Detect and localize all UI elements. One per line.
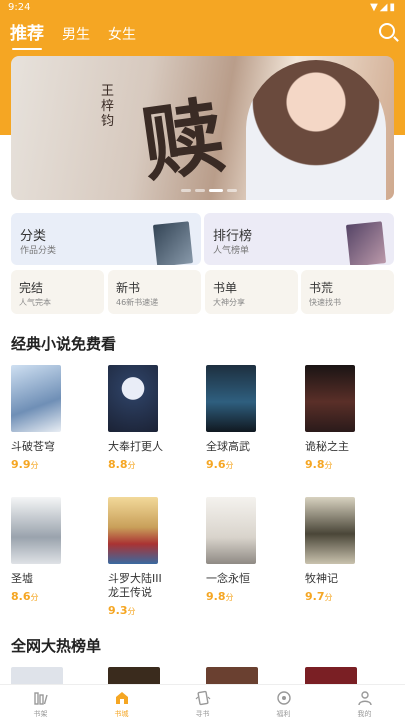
banner-pager [181,189,237,192]
book-item[interactable]: 圣墟 8.6分 [11,497,71,603]
nav-label: 寻书 [195,710,210,718]
shortcut-subtitle: 快速找书 [309,298,341,307]
shortcut-booklists[interactable]: 书单 大神分享 [205,270,298,314]
book-score: 9.6分 [206,458,234,471]
book-cover [108,497,158,564]
book-item[interactable]: 全球高武 9.6分 [206,365,266,471]
book-score: 8.6分 [11,590,39,603]
status-bar: 9:24 ▼◢▮ [0,0,405,16]
shortcut-subtitle: 46新书速递 [116,298,159,307]
bookshelf-icon [33,692,48,705]
pager-dot-active [209,189,223,192]
shortcut-book-finder[interactable]: 书荒 快速找书 [301,270,394,314]
find-book-icon [195,690,210,706]
nav-bookshelf[interactable]: 书架 [0,685,81,720]
hot-book-cover[interactable] [108,667,160,684]
shortcut-title: 完结 [19,281,44,295]
nav-store[interactable]: 书城 [81,685,162,720]
search-icon[interactable] [379,23,395,39]
category-books-image [152,221,194,265]
shortcut-title: 书荒 [309,281,334,295]
top-tabs: 推荐 男生 女生 [10,19,136,50]
book-title: 全球高武 [206,440,250,453]
book-score: 9.8分 [305,458,333,471]
section-title-hot: 全网大热榜单 [11,637,102,655]
tab-male[interactable]: 男生 [62,24,90,44]
pager-dot [195,189,205,192]
book-cover [305,497,355,564]
banner-calligraphy: 赎 [135,87,231,195]
book-cover [206,497,256,564]
book-title: 斗罗大陆III龙王传说 [108,572,162,599]
book-title: 一念永恒 [206,572,250,585]
ranking-books-image [345,221,387,265]
book-title: 斗破苍穹 [11,440,55,453]
shortcut-subtitle: 大神分享 [213,298,245,307]
book-score: 9.3分 [108,604,136,617]
shortcut-new-books[interactable]: 新书 46新书速递 [108,270,201,314]
category-subtitle: 作品分类 [20,246,57,256]
shortcut-title: 新书 [116,281,141,295]
welfare-icon [276,691,291,705]
book-title: 圣墟 [11,572,33,585]
book-score: 9.9分 [11,458,39,471]
hot-book-cover[interactable] [206,667,258,684]
ranking-card[interactable]: 排行榜 人气榜单 [204,213,394,265]
nav-label: 书城 [114,710,129,718]
hot-book-cover[interactable] [305,667,357,684]
bottom-nav: 书架 书城 寻书 福利 我的 [0,684,405,720]
book-score: 9.7分 [305,590,333,603]
book-cover [11,365,61,432]
book-score: 8.8分 [108,458,136,471]
tab-recommend[interactable]: 推荐 [10,19,44,50]
nav-find-book[interactable]: 寻书 [162,685,243,720]
book-score: 9.8分 [206,590,234,603]
tab-female[interactable]: 女生 [108,24,136,44]
hot-book-cover[interactable] [11,667,63,684]
book-cover [305,365,355,432]
nav-label: 福利 [276,710,291,718]
nav-welfare[interactable]: 福利 [243,685,324,720]
shortcut-subtitle: 人气完本 [19,298,51,307]
nav-label: 书架 [33,710,48,718]
book-item[interactable]: 大奉打更人 8.8分 [108,365,168,471]
banner-character-illustration [246,60,386,200]
shortcut-completed[interactable]: 完结 人气完本 [11,270,104,314]
nav-label: 我的 [357,710,372,718]
book-item[interactable]: 斗破苍穹 9.9分 [11,365,71,471]
category-title: 分类 [20,229,47,244]
ranking-title: 排行榜 [213,229,253,244]
book-item[interactable]: 一念永恒 9.8分 [206,497,266,603]
store-icon [115,692,128,704]
book-cover [206,365,256,432]
book-cover [108,365,158,432]
book-title: 诡秘之主 [305,440,349,453]
pager-dot [227,189,237,192]
nav-profile[interactable]: 我的 [324,685,405,720]
profile-icon [357,691,372,706]
book-item[interactable]: 斗罗大陆III龙王传说 9.3分 [108,497,168,617]
book-item[interactable]: 诡秘之主 9.8分 [305,365,365,471]
promo-banner[interactable]: 王梓钧 赎 [11,56,394,200]
category-card[interactable]: 分类 作品分类 [11,213,201,265]
book-title: 牧神记 [305,572,338,585]
status-time: 9:24 [8,2,31,13]
book-cover [11,497,61,564]
banner-author: 王梓钧 [101,84,115,129]
shortcut-title: 书单 [213,281,238,295]
book-title: 大奉打更人 [108,440,163,453]
system-icons: ▼◢▮ [370,2,397,13]
section-title-free: 经典小说免费看 [11,335,117,353]
book-item[interactable]: 牧神记 9.7分 [305,497,365,603]
pager-dot [181,189,191,192]
ranking-subtitle: 人气榜单 [213,246,250,256]
